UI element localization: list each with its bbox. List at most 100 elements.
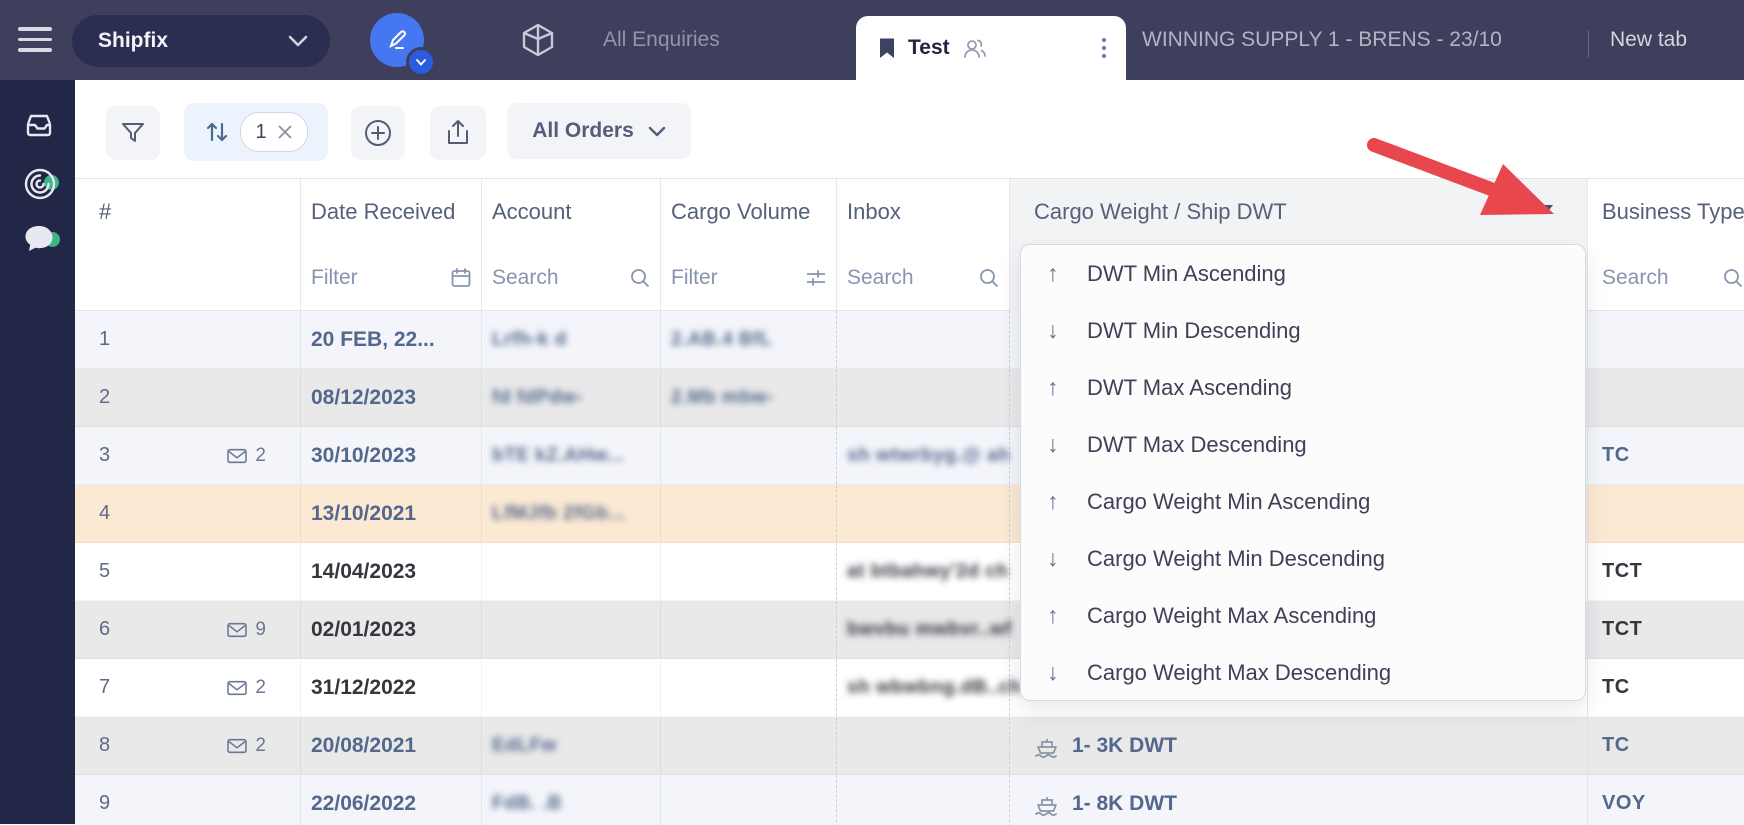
table-row[interactable]: 8220/08/2021EdLFw1- 3K DWTTC bbox=[75, 717, 1744, 775]
avatar-dropdown-badge[interactable] bbox=[406, 47, 436, 77]
account-cell: LfMJfb 2fGb... bbox=[482, 485, 661, 542]
business-type-cell: TCT bbox=[1588, 543, 1744, 600]
sort-menu-item[interactable]: ↓ Cargo Weight Min Descending bbox=[1021, 530, 1585, 587]
market-radar-icon[interactable] bbox=[22, 166, 58, 202]
workspace-name: Shipfix bbox=[98, 29, 288, 53]
account-cell: fd fdPdw- bbox=[482, 369, 661, 426]
date-received-cell: 14/04/2023 bbox=[301, 543, 482, 600]
cargo-weight-dwt-cell: 1- 8K DWT bbox=[1010, 775, 1588, 825]
cube-icon[interactable] bbox=[519, 21, 557, 59]
business-type-cell: TC bbox=[1588, 717, 1744, 774]
cargo-volume-cell: 2.AB.4 BfL bbox=[661, 311, 837, 368]
sort-direction-icon: ↑ bbox=[1047, 260, 1069, 287]
sort-menu-item[interactable]: ↓ DWT Max Descending bbox=[1021, 416, 1585, 473]
sort-menu-item-label: Cargo Weight Max Ascending bbox=[1087, 603, 1376, 629]
tab-options-icon[interactable] bbox=[1102, 38, 1106, 58]
tab-all-enquiries[interactable]: All Enquiries bbox=[603, 0, 720, 80]
cargo-volume-cell bbox=[661, 485, 837, 542]
column-header-date[interactable]: Date ReceivedFilter bbox=[301, 179, 482, 311]
table-row[interactable]: 922/06/2022FdB. .B1- 8K DWTVOY bbox=[75, 775, 1744, 825]
row-number-cell: 4 bbox=[75, 485, 301, 542]
inbox-cell: sh wtwrbyg.@ ah bbox=[837, 427, 1010, 484]
column-filter-input[interactable]: Filter bbox=[311, 245, 473, 311]
export-button[interactable] bbox=[430, 106, 486, 160]
blurred-text: FdB. .B bbox=[492, 793, 562, 815]
tab-vessel[interactable]: WINNING SUPPLY 1 - BRENS - 23/10 bbox=[1142, 0, 1502, 80]
plus-circle-icon bbox=[363, 118, 393, 148]
column-title: Cargo Weight / Ship DWT bbox=[1034, 179, 1579, 245]
chevron-down-icon bbox=[648, 126, 666, 137]
tab-test[interactable]: Test bbox=[856, 16, 1126, 80]
close-icon[interactable] bbox=[277, 124, 293, 140]
sort-menu-item-label: DWT Max Ascending bbox=[1087, 375, 1292, 401]
inbox-cell bbox=[837, 311, 1010, 368]
sort-menu-item-label: Cargo Weight Min Ascending bbox=[1087, 489, 1370, 515]
email-count-badge: 2 bbox=[226, 445, 266, 467]
sort-menu-item-label: DWT Min Ascending bbox=[1087, 261, 1286, 287]
column-title: # bbox=[99, 179, 292, 245]
date-received-cell: 20/08/2021 bbox=[301, 717, 482, 774]
orders-filter-dropdown[interactable]: All Orders bbox=[507, 103, 691, 159]
column-header-inbox[interactable]: InboxSearch bbox=[837, 179, 1010, 311]
date-received-cell: 30/10/2023 bbox=[301, 427, 482, 484]
row-number-cell: 72 bbox=[75, 659, 301, 716]
filter-button[interactable] bbox=[106, 106, 160, 160]
envelope-icon bbox=[226, 621, 248, 639]
sort-menu-item-label: DWT Max Descending bbox=[1087, 432, 1307, 458]
cargo-volume-cell bbox=[661, 775, 837, 825]
sort-count: 1 bbox=[255, 121, 266, 144]
calendar-icon bbox=[449, 266, 473, 290]
column-header-account[interactable]: AccountSearch bbox=[482, 179, 661, 311]
account-cell bbox=[482, 543, 661, 600]
business-type-cell bbox=[1588, 369, 1744, 426]
envelope-icon bbox=[226, 679, 248, 697]
workspace-selector[interactable]: Shipfix bbox=[72, 15, 330, 67]
column-filter-input[interactable]: Search bbox=[492, 245, 652, 311]
inbox-cell: bwvbu mwbvr..wf bbox=[837, 601, 1010, 658]
chat-icon[interactable] bbox=[22, 224, 56, 254]
inbox-cell: at btbahwy'2d ch bbox=[837, 543, 1010, 600]
column-header-num[interactable]: # bbox=[75, 179, 301, 311]
people-icon bbox=[962, 37, 987, 59]
sort-direction-icon: ↑ bbox=[1047, 488, 1069, 515]
blurred-text: 2.AB.4 BfL bbox=[671, 329, 772, 351]
column-header-cargo[interactable]: Cargo VolumeFilter bbox=[661, 179, 837, 311]
bookmark-icon bbox=[878, 37, 896, 60]
cargo-volume-cell bbox=[661, 427, 837, 484]
blurred-text: at btbahwy'2d ch bbox=[847, 561, 1008, 583]
new-tab-button[interactable]: New tab bbox=[1610, 0, 1687, 80]
sort-menu-item[interactable]: ↓ DWT Min Descending bbox=[1021, 302, 1585, 359]
dwt-range-label: 1- 8K DWT bbox=[1072, 792, 1177, 816]
sort-menu-item[interactable]: ↑ Cargo Weight Min Ascending bbox=[1021, 473, 1585, 530]
column-filter-input[interactable]: Search bbox=[847, 245, 1001, 311]
sort-menu-item[interactable]: ↑ DWT Max Ascending bbox=[1021, 359, 1585, 416]
column-header-bt[interactable]: Business TypeSearch bbox=[1588, 179, 1744, 311]
email-count-badge: 2 bbox=[226, 677, 266, 699]
business-type-cell bbox=[1588, 311, 1744, 368]
account-cell bbox=[482, 659, 661, 716]
blurred-text: sh wbwbng.dB..ch bbox=[847, 677, 1022, 699]
sort-count-pill[interactable]: 1 bbox=[240, 112, 307, 152]
row-number-cell: 5 bbox=[75, 543, 301, 600]
sort-caret-icon[interactable] bbox=[1539, 205, 1553, 214]
cargo-weight-dwt-cell: 1- 3K DWT bbox=[1010, 717, 1588, 774]
inbox-cell bbox=[837, 717, 1010, 774]
column-filter-input[interactable]: Filter bbox=[671, 245, 828, 311]
blurred-text: bTE kZ.AHw... bbox=[492, 445, 624, 467]
sort-button[interactable]: 1 bbox=[184, 103, 328, 161]
inbox-cell bbox=[837, 369, 1010, 426]
sort-menu-item[interactable]: ↑ Cargo Weight Max Ascending bbox=[1021, 587, 1585, 644]
sort-menu-item-label: Cargo Weight Max Descending bbox=[1087, 660, 1391, 686]
hamburger-menu-icon[interactable] bbox=[18, 27, 52, 53]
sort-menu-item[interactable]: ↓ Cargo Weight Max Descending bbox=[1021, 644, 1585, 701]
tab-divider bbox=[1588, 30, 1589, 58]
cargo-volume-cell: 2.Mb mbw- bbox=[661, 369, 837, 426]
sort-menu-item[interactable]: ↑ DWT Min Ascending bbox=[1021, 245, 1585, 302]
date-received-cell: 08/12/2023 bbox=[301, 369, 482, 426]
column-filter-input[interactable]: Search bbox=[1602, 245, 1744, 311]
inbox-cell: sh wbwbng.dB..ch bbox=[837, 659, 1010, 716]
add-button[interactable] bbox=[351, 106, 405, 160]
sliders-icon bbox=[804, 266, 828, 290]
sort-menu-item-label: DWT Min Descending bbox=[1087, 318, 1301, 344]
inbox-icon[interactable] bbox=[22, 110, 56, 142]
